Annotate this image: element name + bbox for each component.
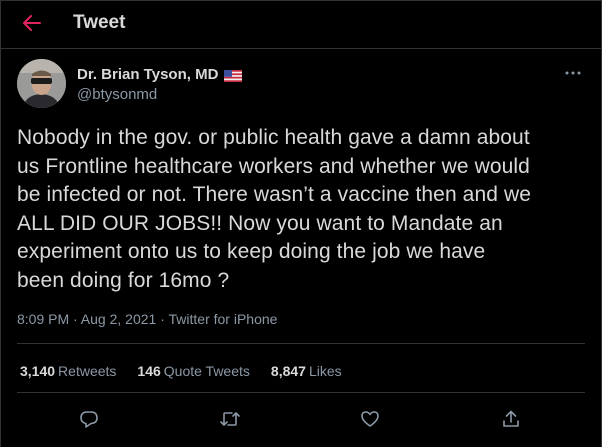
reply-button[interactable] (77, 407, 101, 431)
avatar[interactable] (17, 59, 66, 108)
like-icon (361, 411, 379, 427)
page-title: Tweet (73, 12, 126, 33)
back-button[interactable] (16, 10, 48, 36)
retweet-icon (220, 412, 240, 426)
retweets-count: 3,140 (20, 363, 56, 379)
share-button[interactable] (499, 407, 523, 431)
tweet-timestamp[interactable]: 8:09 PM · Aug 2, 2021 · Twitter for iPho… (17, 311, 277, 327)
share-icon (503, 410, 519, 427)
author-handle[interactable]: @btysonmd (77, 86, 157, 103)
reply-icon (80, 411, 98, 428)
retweet-button[interactable] (218, 407, 242, 431)
us-flag-icon (224, 69, 243, 82)
avatar-image (17, 59, 66, 108)
divider (17, 392, 585, 393)
like-button[interactable] (358, 407, 382, 431)
tweet-header: Tweet (0, 0, 602, 49)
quote-tweets-label: Quote Tweets (163, 363, 250, 379)
more-options-button[interactable] (562, 63, 584, 83)
retweets-stat[interactable]: 3,140 Retweets (20, 363, 116, 379)
more-horizontal-icon (565, 71, 581, 75)
arrow-left-icon (23, 15, 41, 31)
author-name-row: Dr. Brian Tyson, MD (77, 66, 243, 83)
tweet-stats: 3,140 Retweets 146 Quote Tweets 8,847 Likes (20, 363, 363, 379)
retweets-label: Retweets (58, 363, 117, 379)
quote-tweets-count: 146 (137, 363, 161, 379)
tweet-text: Nobody in the gov. or public health gave… (17, 126, 531, 292)
frame-border-left (0, 0, 1, 447)
quote-tweets-stat[interactable]: 146 Quote Tweets (137, 363, 250, 379)
author-display-name[interactable]: Dr. Brian Tyson, MD (77, 66, 218, 83)
likes-count: 8,847 (270, 363, 306, 379)
divider (17, 343, 585, 344)
likes-label: Likes (308, 363, 342, 379)
likes-stat[interactable]: 8,847 Likes (271, 363, 342, 379)
